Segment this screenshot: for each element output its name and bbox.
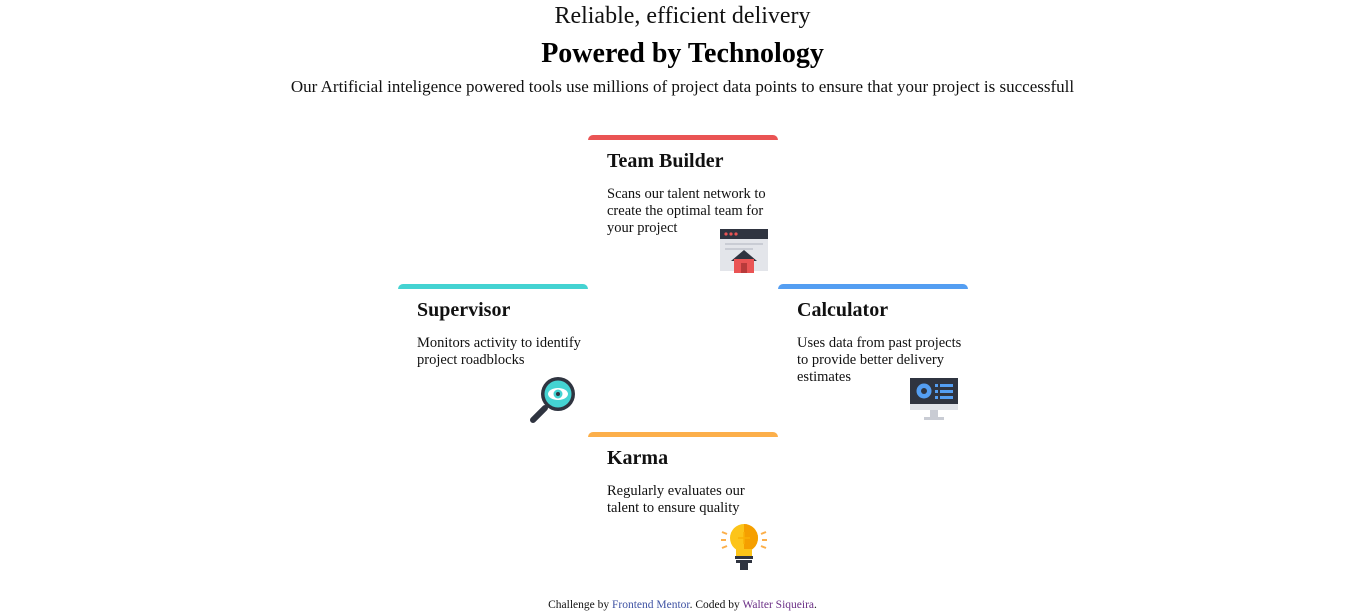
card-text: Monitors activity to identify project ro… xyxy=(417,335,581,368)
frontend-mentor-link[interactable]: Frontend Mentor xyxy=(612,599,690,611)
card-title: Supervisor xyxy=(417,299,511,321)
author-link[interactable]: Walter Siqueira xyxy=(742,599,814,611)
card-title: Team Builder xyxy=(607,150,724,172)
card-karma: Karma Regularly evaluates our talent to … xyxy=(588,432,778,580)
card-supervisor: Supervisor Monitors activity to identify… xyxy=(398,284,588,432)
card-text: Regularly evaluates our talent to ensure… xyxy=(607,483,745,516)
card-calculator: Calculator Uses data from past projects … xyxy=(778,284,968,432)
footer-suffix: . xyxy=(814,599,817,611)
card-title: Karma xyxy=(607,447,669,469)
footer-prefix: Challenge by xyxy=(548,599,612,611)
page-intro: Our Artificial inteligence powered tools… xyxy=(290,77,1075,96)
monitor-calculator-icon xyxy=(910,378,958,420)
magnifier-eye-icon xyxy=(530,377,575,423)
footer-middle: . Coded by xyxy=(689,599,743,611)
lightbulb-icon xyxy=(721,524,767,570)
page-subtitle: Reliable, efficient delivery xyxy=(554,3,811,29)
page-title: Powered by Technology xyxy=(541,38,824,69)
card-team-builder: Team Builder Scans our talent network to… xyxy=(588,135,778,283)
attribution-footer: Challenge by Frontend Mentor. Coded by W… xyxy=(0,599,1365,611)
team-builder-icon xyxy=(720,229,768,273)
card-title: Calculator xyxy=(797,299,889,321)
